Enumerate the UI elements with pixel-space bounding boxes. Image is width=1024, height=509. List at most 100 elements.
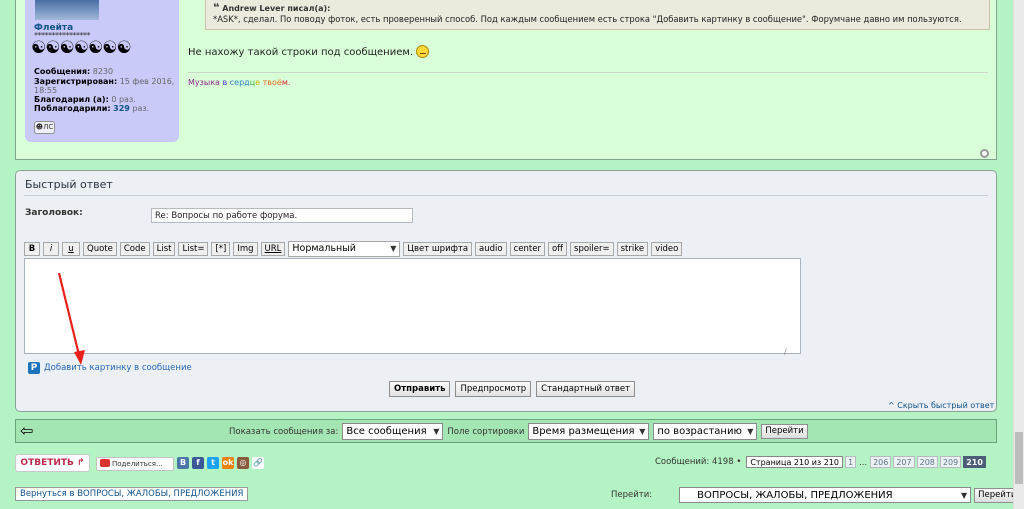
stat-label: Благодарил (а): <box>34 95 109 104</box>
author-stat: Сообщения: 8230 <box>34 67 113 76</box>
post-text: Не нахожу такой строки под сообщением. <box>188 47 414 58</box>
signature-part: твоё <box>262 78 282 87</box>
jump-select-value: ВОПРОСЫ, ЖАЛОБЫ, ПРЕДЛОЖЕНИЯ <box>697 490 893 501</box>
share-icon <box>100 459 110 467</box>
sort-field-value: Время размещения <box>532 426 635 437</box>
user-icon: ☻ <box>35 123 44 131</box>
private-message-button[interactable]: ☻ЛС <box>34 121 55 134</box>
chevron-down-icon: ▼ <box>433 427 440 436</box>
current-page: 210 <box>963 456 986 468</box>
font-color-button[interactable]: Цвет шрифта <box>403 242 473 256</box>
pagination: Сообщений: 4198 • Страница 210 из 210 1 … <box>655 456 986 468</box>
stat-value: 15 фев 2016, <box>119 77 175 86</box>
add-image-link[interactable]: P Добавить картинку в сообщение <box>28 362 192 374</box>
strike-button[interactable]: strike <box>616 242 649 256</box>
page-select-value: Страница 210 из 210 <box>750 458 839 467</box>
off-button[interactable]: off <box>547 242 568 256</box>
spoiler-button[interactable]: spoiler= <box>570 242 614 256</box>
rank-icons: ☯☯☯☯☯☯☯ <box>31 38 132 58</box>
chevron-down-icon: ▼ <box>747 427 754 436</box>
italic-button[interactable]: i <box>43 242 59 256</box>
stat-value[interactable]: 329 <box>113 104 130 113</box>
img-button[interactable]: Img <box>233 242 258 256</box>
url-button[interactable]: URL <box>260 242 286 256</box>
reply-label: ОТВЕТИТЬ <box>20 458 74 468</box>
show-posts-select[interactable]: Все сообщения ▼ <box>342 423 444 440</box>
page-ellipsis: … <box>859 457 868 467</box>
page-link[interactable]: 206 <box>870 456 892 468</box>
image-host-icon: P <box>28 362 40 374</box>
show-posts-label: Показать сообщения за: <box>229 426 339 437</box>
page-link[interactable]: 207 <box>893 456 915 468</box>
top-circle-icon[interactable] <box>980 149 989 158</box>
quote-author: ❝ Andrew Lever писал(а): <box>213 1 330 14</box>
full-editor-button[interactable]: Стандартный ответ <box>536 381 636 397</box>
signature-part: Музыка <box>188 78 220 87</box>
facebook-icon[interactable]: f <box>192 457 204 469</box>
show-posts-value: Все сообщения <box>346 426 427 437</box>
instagram-icon[interactable]: ◎ <box>237 457 249 469</box>
message-textarea[interactable] <box>24 258 801 354</box>
chevron-down-icon: ▼ <box>639 427 646 436</box>
avatar[interactable] <box>35 0 99 20</box>
link-icon[interactable]: 🔗 <box>252 457 264 469</box>
post-count: Сообщений: 4198 • <box>655 457 742 467</box>
subject-label: Заголовок: <box>25 208 83 218</box>
font-size-value: Нормальный <box>292 243 356 254</box>
social-buttons: Вf t ok ◎ 🔗 <box>177 457 264 469</box>
page-link[interactable]: 208 <box>916 456 938 468</box>
jump-select[interactable]: ВОПРОСЫ, ЖАЛОБЫ, ПРЕДЛОЖЕНИЯ ▼ <box>679 487 972 503</box>
resize-handle-icon[interactable]: ∕ <box>784 347 787 356</box>
share-button[interactable]: Поделиться... <box>96 457 174 471</box>
page-link[interactable]: 209 <box>939 456 962 468</box>
list-item-button[interactable]: [*] <box>211 242 231 256</box>
author-stat: Зарегистрирован: 15 фев 2016, <box>34 77 174 86</box>
stat-label: Зарегистрирован: <box>34 77 118 86</box>
reply-arrow-icon: ↱ <box>77 458 85 468</box>
chevron-down-icon: ▼ <box>960 491 968 500</box>
return-to-forum-link[interactable]: Вернуться в ВОПРОСЫ, ЖАЛОБЫ, ПРЕДЛОЖЕНИЯ <box>15 487 249 501</box>
sort-field-select[interactable]: Время размещения ▼ <box>528 423 650 440</box>
scrollbar-thumb[interactable] <box>1015 432 1023 484</box>
reply-button[interactable]: ОТВЕТИТЬ ↱ <box>15 454 90 472</box>
ordered-list-button[interactable]: List= <box>178 242 209 256</box>
center-button[interactable]: center <box>509 242 545 256</box>
subject-input[interactable] <box>151 208 413 223</box>
stat-value: 18:55 <box>34 86 58 95</box>
submit-button[interactable]: Отправить <box>389 381 451 397</box>
signature-part: м. <box>281 78 291 87</box>
add-image-label: Добавить картинку в сообщение <box>44 363 192 373</box>
sort-order-value: по возрастанию <box>657 426 742 437</box>
list-button[interactable]: List <box>152 242 176 256</box>
quick-reply-panel: Быстрый ответ Заголовок: B i u Quote Cod… <box>15 170 997 412</box>
post-body: Не нахожу такой строки под сообщением. <box>188 45 430 58</box>
stat-suffix: раз. <box>132 104 150 113</box>
author-stat: 18:55 <box>34 86 57 95</box>
video-button[interactable]: video <box>651 242 683 256</box>
submit-row: Отправить Предпросмотр Стандартный ответ <box>389 381 636 397</box>
hide-quick-reply-link[interactable]: ^ Скрыть быстрый ответ <box>888 401 994 410</box>
scrollbar[interactable] <box>1013 0 1024 509</box>
vk-icon[interactable]: В <box>177 457 189 469</box>
underline-button[interactable]: u <box>62 242 80 256</box>
audio-button[interactable]: audio <box>475 242 507 256</box>
jump-to: Перейти: ВОПРОСЫ, ЖАЛОБЫ, ПРЕДЛОЖЕНИЯ ▼ … <box>611 487 1021 503</box>
bold-button[interactable]: B <box>24 242 40 256</box>
author-profile: Флейта **************** ☯☯☯☯☯☯☯ Сообщени… <box>25 0 179 142</box>
page-link[interactable]: 1 <box>844 456 857 468</box>
odnoklassniki-icon[interactable]: ok <box>222 457 234 469</box>
page-select[interactable]: Страница 210 из 210 <box>746 456 843 468</box>
stat-value: 8230 <box>92 67 114 76</box>
back-arrow-icon[interactable]: ⇦ <box>20 422 33 440</box>
quote-author-text: Andrew Lever писал(а): <box>222 4 331 13</box>
sort-order-select[interactable]: по возрастанию ▼ <box>653 423 758 440</box>
twitter-icon[interactable]: t <box>207 457 219 469</box>
sort-controls: Показать сообщения за: Все сообщения ▼ П… <box>229 423 808 440</box>
share-label: Поделиться... <box>112 460 163 468</box>
quote-button[interactable]: Quote <box>83 242 117 256</box>
preview-button[interactable]: Предпросмотр <box>455 381 532 397</box>
stat-label: Поблагодарили: <box>34 104 111 113</box>
font-size-select[interactable]: Нормальный ▼ <box>288 241 401 257</box>
code-button[interactable]: Code <box>119 242 150 256</box>
sort-go-button[interactable]: Перейти <box>761 424 808 439</box>
